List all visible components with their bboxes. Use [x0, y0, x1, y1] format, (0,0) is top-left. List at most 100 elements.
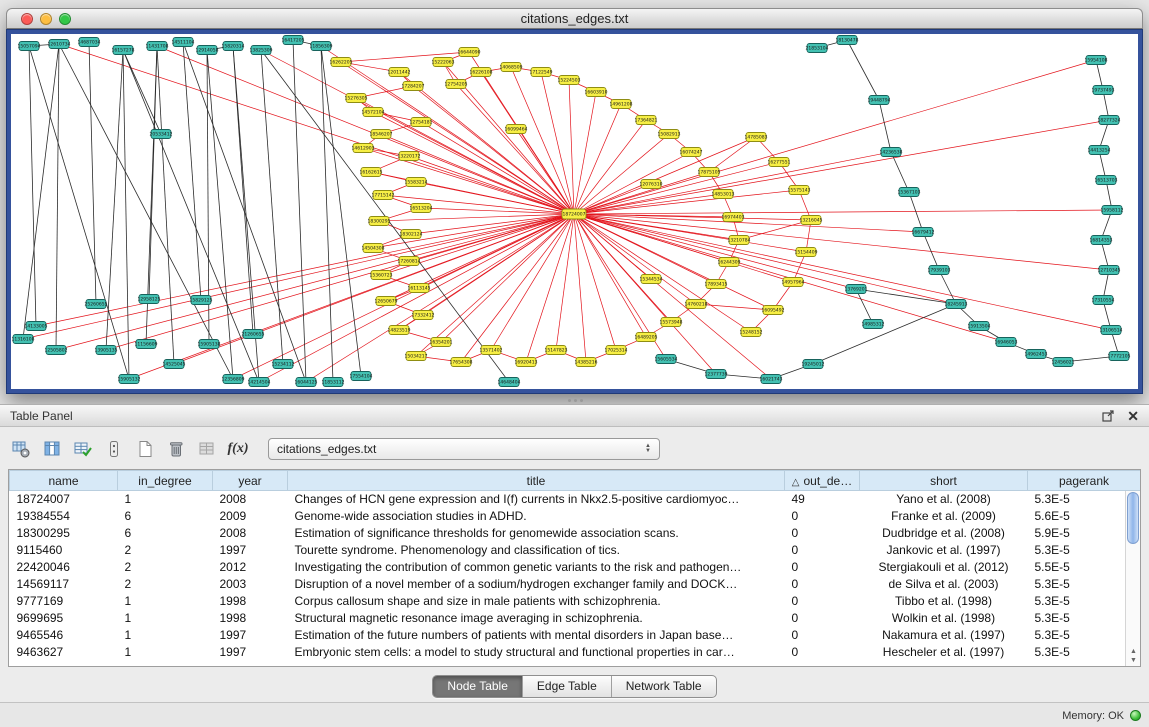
cell-short[interactable]: Hescheler et al. (1997) [860, 644, 1028, 661]
cell-out_de[interactable]: 0 [785, 627, 860, 644]
close-button[interactable] [21, 13, 33, 25]
cell-name[interactable]: 22420046 [10, 559, 118, 576]
network-node[interactable]: 15905138 [198, 340, 221, 349]
network-node[interactable]: 16603910 [585, 88, 608, 97]
network-node[interactable]: 17939103 [928, 266, 951, 275]
cell-name[interactable]: 9699695 [10, 610, 118, 627]
column-header-in_degree[interactable]: in_degree [118, 471, 213, 491]
network-node[interactable]: 12754205 [445, 80, 468, 89]
network-edge[interactable] [157, 46, 174, 364]
network-node[interactable]: 15954108 [1085, 56, 1108, 65]
cell-name[interactable]: 9777169 [10, 593, 118, 610]
network-node[interactable]: 17284207 [402, 82, 425, 91]
table-row[interactable]: 969969511998Structural magnetic resonanc… [10, 610, 1141, 627]
cell-name[interactable]: 18300295 [10, 525, 118, 542]
network-node[interactable]: 15154409 [795, 248, 818, 257]
network-edge[interactable] [574, 137, 756, 214]
cell-title[interactable]: Corpus callosum shape and size in male p… [288, 593, 785, 610]
scroll-up-icon[interactable]: ▲ [1130, 647, 1137, 656]
network-node[interactable]: 19737493 [1092, 86, 1115, 95]
network-node[interactable]: 17772105 [1108, 352, 1131, 361]
network-node[interactable]: 14853013 [712, 190, 735, 199]
cell-in_degree[interactable]: 6 [118, 525, 213, 542]
network-node[interactable]: 17715142 [372, 191, 395, 200]
table-row[interactable]: 1872400712008Changes of HCN gene express… [10, 491, 1141, 508]
network-edge[interactable] [891, 152, 909, 192]
table-row[interactable]: 1938455462009Genome-wide association stu… [10, 508, 1141, 525]
network-node[interactable]: 14760218 [685, 300, 708, 309]
network-node[interactable]: 14413254 [1088, 146, 1111, 155]
cell-pagerank[interactable]: 5.3E-5 [1028, 610, 1141, 627]
network-node[interactable]: 18130478 [836, 36, 859, 45]
network-edge[interactable] [174, 214, 574, 364]
network-node[interactable]: 17025314 [605, 346, 628, 355]
network-node[interactable]: 12011442 [388, 68, 411, 77]
network-node[interactable]: 13769201 [845, 285, 868, 294]
network-edge[interactable] [123, 50, 259, 382]
network-node[interactable]: 15248152 [740, 328, 763, 337]
cell-in_degree[interactable]: 2 [118, 542, 213, 559]
network-node[interactable]: 14385216 [575, 358, 598, 367]
network-node[interactable]: 14068509 [500, 63, 523, 72]
network-edge[interactable] [149, 46, 157, 299]
cell-year[interactable]: 1998 [213, 610, 288, 627]
cell-short[interactable]: Stergiakouli et al. (2012) [860, 559, 1028, 576]
network-node[interactable]: 16354201 [430, 338, 453, 347]
network-node[interactable]: 15222063 [432, 58, 455, 67]
network-node[interactable]: 13825309 [250, 46, 273, 55]
network-view-window[interactable]: citations_edges.txt 18724007162622051201… [6, 8, 1143, 394]
network-node[interactable]: 14133005 [25, 322, 48, 331]
network-node[interactable]: 15905132 [118, 375, 141, 384]
network-node[interactable]: 15605534 [655, 355, 678, 364]
cell-title[interactable]: Disruption of a novel member of a sodium… [288, 576, 785, 593]
network-node[interactable]: 16513204 [410, 204, 433, 213]
apply-function-button[interactable]: f(x) [225, 436, 251, 462]
network-edge[interactable] [574, 214, 751, 332]
network-node[interactable]: 15573948 [660, 318, 683, 327]
cell-out_de[interactable]: 49 [785, 491, 860, 508]
cell-out_de[interactable]: 0 [785, 542, 860, 559]
network-node[interactable]: 17260814 [398, 257, 421, 266]
network-node[interactable]: 16679412 [912, 228, 935, 237]
network-edge[interactable] [23, 214, 574, 339]
window-titlebar[interactable]: citations_edges.txt [6, 8, 1143, 29]
cell-name[interactable]: 9463627 [10, 644, 118, 661]
network-edge[interactable] [416, 214, 574, 356]
cell-title[interactable]: Structural magnetic resonance image aver… [288, 610, 785, 627]
show-columns-button[interactable] [39, 436, 65, 462]
cell-year[interactable]: 2003 [213, 576, 288, 593]
network-node[interactable]: 14504308 [362, 244, 385, 253]
cell-in_degree[interactable]: 6 [118, 508, 213, 525]
cell-title[interactable]: Genome-wide association studies in ADHD. [288, 508, 785, 525]
network-edge[interactable] [574, 214, 616, 350]
cell-title[interactable]: Investigating the contribution of common… [288, 559, 785, 576]
cell-out_de[interactable]: 0 [785, 525, 860, 542]
network-node[interactable]: 13571402 [480, 346, 503, 355]
cell-year[interactable]: 1997 [213, 627, 288, 644]
cell-pagerank[interactable]: 5.5E-5 [1028, 559, 1141, 576]
scroll-down-icon[interactable]: ▼ [1130, 656, 1137, 665]
network-node[interactable]: 14648404 [498, 378, 521, 387]
cell-out_de[interactable]: 0 [785, 644, 860, 661]
cell-out_de[interactable]: 0 [785, 559, 860, 576]
table-row[interactable]: 2242004622012Investigating the contribut… [10, 559, 1141, 576]
network-edge[interactable] [183, 42, 201, 300]
network-node[interactable]: 14961208 [610, 100, 633, 109]
network-node[interactable]: 12610734 [48, 40, 71, 49]
cell-name[interactable]: 9465546 [10, 627, 118, 644]
column-header-title[interactable]: title [288, 471, 785, 491]
network-node[interactable]: 14957964 [782, 278, 805, 287]
network-node[interactable]: 14985312 [862, 320, 885, 329]
network-node[interactable]: 16814353 [1090, 236, 1113, 245]
network-node[interactable]: 14236538 [880, 148, 903, 157]
network-node[interactable]: 17364821 [635, 116, 658, 125]
network-node[interactable]: 17893415 [705, 280, 728, 289]
tab-edge-table[interactable]: Edge Table [522, 676, 611, 697]
network-node[interactable]: 16946053 [995, 338, 1018, 347]
network-hub-node[interactable]: 18724007 [562, 209, 586, 219]
network-node[interactable]: 16920413 [515, 358, 538, 367]
cell-in_degree[interactable]: 1 [118, 644, 213, 661]
network-node[interactable]: 13106514 [1100, 326, 1123, 335]
cell-year[interactable]: 2012 [213, 559, 288, 576]
network-node[interactable]: 15367103 [898, 188, 921, 197]
